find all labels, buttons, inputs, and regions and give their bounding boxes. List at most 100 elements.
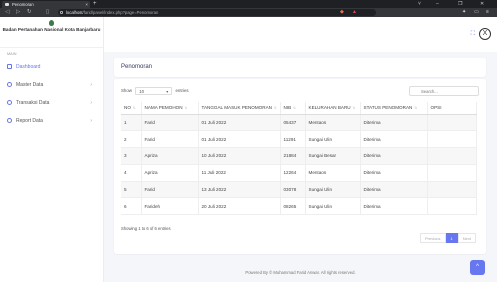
cell-opsi: [427, 147, 477, 165]
scroll-to-top-button[interactable]: ^: [470, 260, 485, 275]
url-host: localhost: [66, 10, 83, 15]
top-header: ⛶ X: [104, 17, 497, 52]
cell-nib: 05437: [280, 114, 306, 132]
cell-no: 1: [121, 114, 142, 132]
tab-search-icon[interactable]: ˅: [418, 0, 421, 8]
page-title-card: Penomoran: [114, 58, 486, 77]
address-bar[interactable]: localhost/farid/panel/index.php?page=Pen…: [58, 9, 376, 16]
cell-opsi: [427, 197, 477, 216]
sidebar-item-report-data[interactable]: Report Data ›: [0, 112, 103, 130]
brand-name: Badan Pertanahan Nasional Kota Banjarbar…: [2, 27, 101, 32]
bookmark-icon[interactable]: ▯: [46, 8, 49, 17]
column-header-no[interactable]: NO ⇅: [121, 102, 142, 115]
cell-nama: Farideh: [141, 197, 199, 216]
cell-kelurahan: Sungai Ulin: [305, 181, 361, 199]
sidebar-item-label: Dashboard: [16, 64, 41, 70]
sort-icon: ⇅: [273, 106, 277, 111]
cell-kelurahan: Mentaos: [305, 164, 361, 182]
table-row: 1 Farid 01 Juli 2022 05437 Mentaos Diter…: [121, 114, 477, 132]
sort-icon: ⇅: [293, 106, 297, 111]
cell-tanggal: 01 Juli 2022: [198, 130, 281, 149]
penomoran-table: NO ⇅ NAMA PEMOHON ⇅ TANGGAL MASUK PENOMORA…: [121, 102, 477, 216]
sidebar-item-master-data[interactable]: Master Data ›: [0, 76, 103, 94]
brand[interactable]: Badan Pertanahan Nasional Kota Banjarbar…: [0, 17, 103, 48]
circle-icon: [7, 118, 12, 123]
tab-title: Penomoran: [12, 2, 34, 7]
new-tab-button[interactable]: +: [93, 0, 97, 8]
sidebar-icon[interactable]: ▭: [474, 9, 479, 16]
browser-tab[interactable]: Penomoran ×: [2, 1, 90, 8]
page-1-button[interactable]: 1: [445, 233, 458, 243]
sort-icon: ⇅: [352, 106, 356, 111]
cell-nib: 12264: [280, 164, 306, 182]
cell-nama: Apriza: [141, 147, 199, 165]
table-row: 2 Farid 01 Juli 2022 11291 Sungai Ulin D…: [121, 130, 477, 149]
minimize-button[interactable]: –: [436, 0, 439, 8]
cell-tanggal: 13 Juli 2022: [198, 181, 281, 199]
footer: Powered By © Muhammad Farid Anwar. All r…: [245, 270, 356, 275]
column-header-opsi[interactable]: OPSI: [427, 102, 477, 115]
sidebar-item-label: Report Data: [16, 118, 43, 124]
site-info-icon[interactable]: [60, 11, 63, 14]
cell-kelurahan: Sungai Ulin: [305, 130, 361, 149]
cell-no: 6: [121, 197, 142, 216]
column-header-status[interactable]: STATUS PENOMORAN ⇅: [360, 102, 428, 115]
forward-icon[interactable]: ▷: [16, 8, 20, 17]
sidebar-item-transaksi-data[interactable]: Transaksi Data ›: [0, 94, 103, 112]
circle-icon: [7, 100, 12, 105]
cell-tanggal: 20 Juli 2022: [198, 197, 281, 216]
cell-nib: 21884: [280, 147, 306, 165]
favicon-icon: [5, 3, 9, 6]
extensions-icon[interactable]: ✦: [462, 9, 466, 16]
reload-icon[interactable]: ↻: [27, 8, 32, 17]
url-path: /farid/panel/index.php?page=Penomoran: [82, 10, 159, 15]
table-row: 6 Farideh 20 Juli 2022 08265 Sungai Ulin…: [121, 197, 477, 216]
tab-close-icon[interactable]: ×: [85, 1, 88, 8]
circle-icon: [7, 82, 12, 87]
close-window-button[interactable]: ✕: [480, 0, 484, 8]
fullscreen-icon[interactable]: ⛶: [471, 31, 475, 38]
back-icon[interactable]: ◁: [5, 8, 9, 17]
table-header-row: NO ⇅ NAMA PEMOHON ⇅ TANGGAL MASUK PENOMORA…: [121, 102, 477, 115]
cell-tanggal: 01 Juli 2022: [198, 114, 281, 132]
page-title: Penomoran: [121, 64, 153, 70]
column-header-nib[interactable]: NIB ⇅: [280, 102, 306, 115]
avatar[interactable]: X: [479, 28, 491, 40]
cell-nib: 03078: [280, 181, 306, 199]
cell-no: 4: [121, 164, 142, 182]
show-label: Show: [121, 88, 132, 93]
cell-nib: 11291: [280, 130, 306, 149]
previous-button[interactable]: Previous: [419, 233, 446, 243]
table-row: 3 Apriza 10 Juli 2022 21884 Sungai Besar…: [121, 147, 477, 165]
menu-icon[interactable]: ≡: [486, 9, 489, 16]
column-header-tanggal[interactable]: TANGGAL MASUK PENOMORAN ⇅: [198, 102, 281, 115]
sidebar-item-dashboard[interactable]: Dashboard: [0, 58, 103, 76]
chevron-right-icon: ›: [90, 82, 92, 88]
column-header-kelurahan-baru[interactable]: KELURAHAN BARU ⇅: [305, 102, 361, 115]
shield-icon[interactable]: ◆: [340, 9, 344, 16]
cell-kelurahan: Sungai Ulin: [305, 197, 361, 216]
data-table-card: Show 10 ▾ entries NO⇅ NAMA PEMOHON⇅ TANG…: [114, 79, 486, 254]
search-input[interactable]: [409, 86, 479, 96]
sort-icon: ⇅: [132, 106, 136, 111]
home-icon: [7, 64, 12, 69]
next-button[interactable]: Next: [457, 233, 476, 243]
table-row: 4 Apriza 11 Juli 2022 12264 Mentaos Dite…: [121, 164, 477, 182]
cell-nama: Farid: [141, 181, 199, 199]
entries-label: entries: [175, 88, 189, 93]
chevron-right-icon: ›: [90, 100, 92, 106]
cell-tanggal: 10 Juli 2022: [198, 147, 281, 165]
cell-status: Diterima: [360, 164, 428, 182]
alert-icon[interactable]: ▲: [352, 9, 357, 16]
column-header-nama-pemohon[interactable]: NAMA PEMOHON ⇅: [141, 102, 199, 115]
sidebar-item-label: Transaksi Data: [16, 100, 50, 106]
cell-kelurahan: Mentaos: [305, 114, 361, 132]
sort-icon: ⇅: [414, 106, 418, 111]
cell-no: 5: [121, 181, 142, 199]
entries-value: 10: [139, 88, 145, 94]
maximize-button[interactable]: ❐: [458, 0, 462, 8]
entries-select[interactable]: 10 ▾: [135, 86, 173, 95]
cell-status: Diterima: [360, 147, 428, 165]
logo-icon: [49, 20, 54, 26]
pagination: Previous 1 Next: [419, 233, 476, 243]
